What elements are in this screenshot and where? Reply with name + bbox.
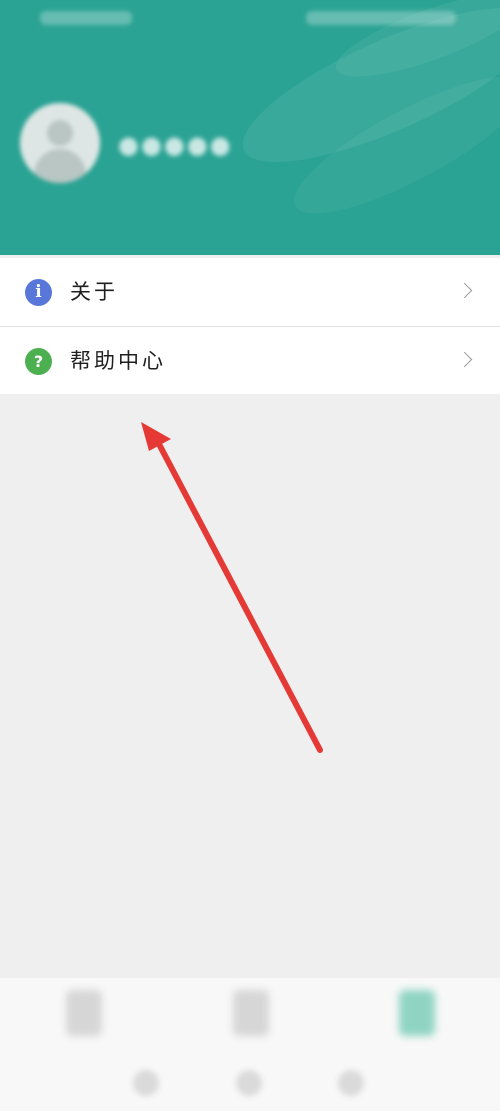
avatar-body [34,149,86,183]
annotation-arrow-shaft [157,443,323,753]
menu-item-help-center[interactable]: ? 帮助中心 [0,326,500,394]
chevron-right-icon [456,351,473,368]
username-blurred[interactable]: ●●●●● [118,131,233,159]
tab-list-icon[interactable] [233,990,269,1036]
help-icon: ? [25,348,52,375]
tab-home-icon[interactable] [66,990,102,1036]
menu-item-label: 帮助中心 [70,349,166,373]
system-recent-button[interactable] [338,1070,364,1096]
profile-header: ●●●●● [0,0,500,255]
tab-profile-icon[interactable] [399,990,435,1036]
settings-menu: i 关于 ? 帮助中心 [0,258,500,394]
menu-item-about[interactable]: i 关于 [0,258,500,326]
status-bar-right [306,11,456,25]
avatar-head [47,120,73,146]
status-bar [0,0,500,38]
status-bar-left [40,11,132,25]
menu-item-label: 关于 [70,280,118,304]
chevron-right-icon [456,282,473,299]
annotation-arrow-head [141,422,171,451]
avatar[interactable] [20,103,100,183]
system-home-button[interactable] [236,1070,262,1096]
system-back-button[interactable] [133,1070,159,1096]
bottom-tab-bar [0,978,500,1111]
info-icon: i [25,279,52,306]
